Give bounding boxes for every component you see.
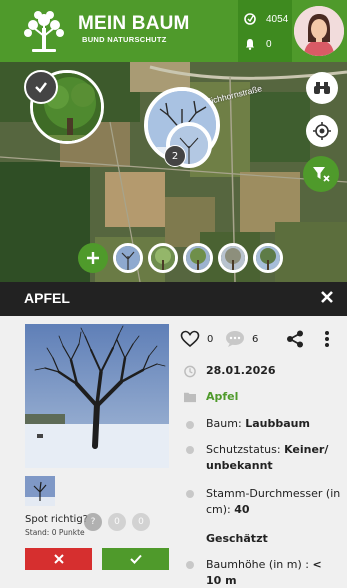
spot-stand: Stand: 0 Punkte [25,528,85,537]
tree-main-photo[interactable] [25,324,169,468]
detail-value: Geschätzt [206,532,268,545]
share-button[interactable] [286,330,304,348]
detail-value: 40 [234,503,250,516]
bullet-icon [186,446,194,454]
tree-photo [221,246,245,270]
bullet-icon [186,561,194,569]
like-button[interactable]: 0 [180,330,213,348]
avatar[interactable] [294,6,344,56]
tree-thumbnail[interactable] [253,243,283,273]
tree-photo [116,246,140,270]
check-icon [129,554,142,564]
tree-photo [151,246,175,270]
detail-label: Baum: [206,417,246,430]
close-icon [53,554,64,564]
tree-photo [186,246,210,270]
detail-row: Baum: Laubbaum [184,417,310,430]
avatar-icon [294,6,344,56]
tree-thumbnail-strip [78,243,283,273]
bell-icon [246,39,254,50]
points-icon [244,13,256,25]
detail-label: Schutzstatus: [206,443,285,456]
reject-spot-button[interactable] [25,548,92,570]
points-stat[interactable]: 4054 [244,13,288,25]
like-count: 0 [207,333,214,345]
tree-thumbnail[interactable] [148,243,178,273]
brand-subtitle: BUND NATURSCHUTZ [82,35,167,44]
bullet-icon [186,490,194,498]
more-vertical-icon [325,331,329,347]
tree-category[interactable]: Apfel [206,390,238,403]
user-stats: 4054 0 [238,0,292,62]
tree-thumbnail[interactable] [218,243,248,273]
locate-button[interactable] [306,115,338,147]
binoculars-icon [314,82,330,94]
tree-date: 28.01.2026 [206,364,276,377]
binoculars-button[interactable] [306,72,338,104]
plus-icon [87,252,99,264]
filter-off-icon [313,167,330,182]
rating-dots: ? 0 0 [84,513,150,531]
comment-icon [226,331,244,347]
points-count: 4054 [266,13,289,25]
detail-row: Schutzstatus: Keiner/ unbekannt [184,442,334,474]
comments-button[interactable]: 6 [225,330,258,348]
detail-label: Stamm-Durchmesser (in cm): [206,487,341,516]
detail-row: Geschätzt [184,532,268,545]
map-view[interactable]: Eichhornstraße 2 [0,62,347,282]
rating-dot: ? [84,513,102,531]
rating-dot: 0 [132,513,150,531]
confirm-button[interactable] [24,70,58,104]
date-row: 28.01.2026 [184,364,276,378]
detail-row: Baumhöhe (in m) : < 10 m [184,557,334,588]
tree-detail-panel: Spot richtig? Stand: 0 Punkte ? 0 0 0 6 [0,316,347,588]
tree-logo-icon[interactable] [18,6,70,56]
notifications-stat[interactable]: 0 [244,38,272,50]
detail-value: Laubbaum [245,417,310,430]
app-header: MEIN BAUM BUND NATURSCHUTZ 4054 0 [0,0,347,62]
tree-photo [25,324,169,468]
brand-name: MEIN BAUM [78,13,190,34]
heart-icon [180,330,200,348]
spot-question: Spot richtig? [25,514,88,525]
folder-icon [184,390,196,403]
tree-title: APFEL [24,290,70,306]
detail-row: Stamm-Durchmesser (in cm): 40 [184,486,342,518]
more-button[interactable] [324,330,330,348]
tree-actions: 0 6 [180,330,340,352]
tree-thumbnail[interactable] [113,243,143,273]
brand: MEIN BAUM BUND NATURSCHUTZ [78,14,190,46]
tree-thumbnail[interactable] [183,243,213,273]
check-icon [35,82,47,93]
add-tree-button[interactable] [78,243,108,273]
category-row: Apfel [184,390,238,403]
share-icon [287,330,303,348]
cluster-count-badge: 2 [164,145,186,167]
locate-icon [313,122,331,140]
clock-icon [184,364,196,378]
comment-count: 6 [252,333,259,345]
close-icon[interactable] [320,290,334,304]
tree-photo-thumbnail[interactable] [25,476,55,506]
filter-button[interactable] [303,156,339,192]
rating-dot: 0 [108,513,126,531]
confirm-spot-button[interactable] [102,548,169,570]
bullet-icon [186,421,194,429]
detail-titlebar: APFEL [0,282,347,316]
notifications-count: 0 [266,38,272,50]
tree-photo [256,246,280,270]
tree-photo [25,476,55,506]
detail-label: Baumhöhe (in m) : [206,558,313,571]
